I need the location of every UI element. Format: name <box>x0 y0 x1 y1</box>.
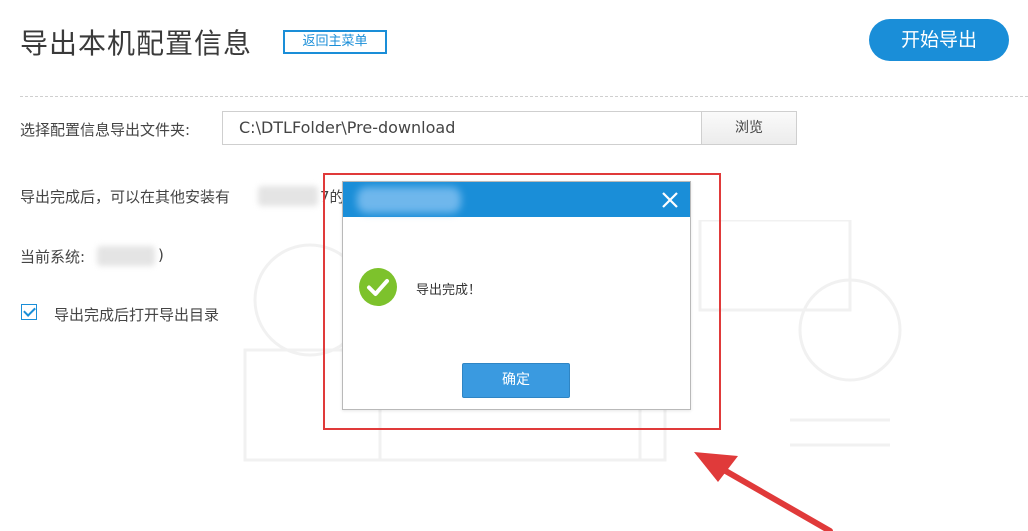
redacted-dialog-title <box>357 187 461 213</box>
redacted-text <box>258 186 318 206</box>
check-circle-icon <box>359 268 397 306</box>
page-title: 导出本机配置信息 <box>20 27 253 60</box>
browse-button[interactable]: 浏览 <box>701 111 797 145</box>
system-text-tail: ) <box>158 246 164 264</box>
export-folder-input[interactable]: C:\DTLFolder\Pre-download <box>222 111 702 145</box>
start-export-button[interactable]: 开始导出 <box>869 19 1009 61</box>
close-icon[interactable] <box>658 188 682 212</box>
export-complete-dialog: 导出完成！ 确定 <box>342 181 691 410</box>
dialog-header <box>343 182 690 217</box>
export-folder-label: 选择配置信息导出文件夹: <box>20 121 191 139</box>
hint-text: 导出完成后，可以在其他安装有 <box>20 186 230 207</box>
dialog-message: 导出完成！ <box>416 283 482 298</box>
current-system-label: 当前系统: <box>20 248 86 266</box>
arrow-annotation <box>694 452 833 531</box>
divider <box>20 96 1028 97</box>
hint-text-start: 导出完成后，可以在其他安装有 <box>20 188 231 206</box>
open-dir-checkbox-label[interactable]: 导出完成后打开导出目录 <box>54 304 219 325</box>
redacted-system-name <box>97 246 155 266</box>
confirm-button[interactable]: 确定 <box>462 363 570 398</box>
back-to-main-menu-button[interactable]: 返回主菜单 <box>283 30 387 54</box>
open-dir-checkbox[interactable] <box>21 304 37 320</box>
